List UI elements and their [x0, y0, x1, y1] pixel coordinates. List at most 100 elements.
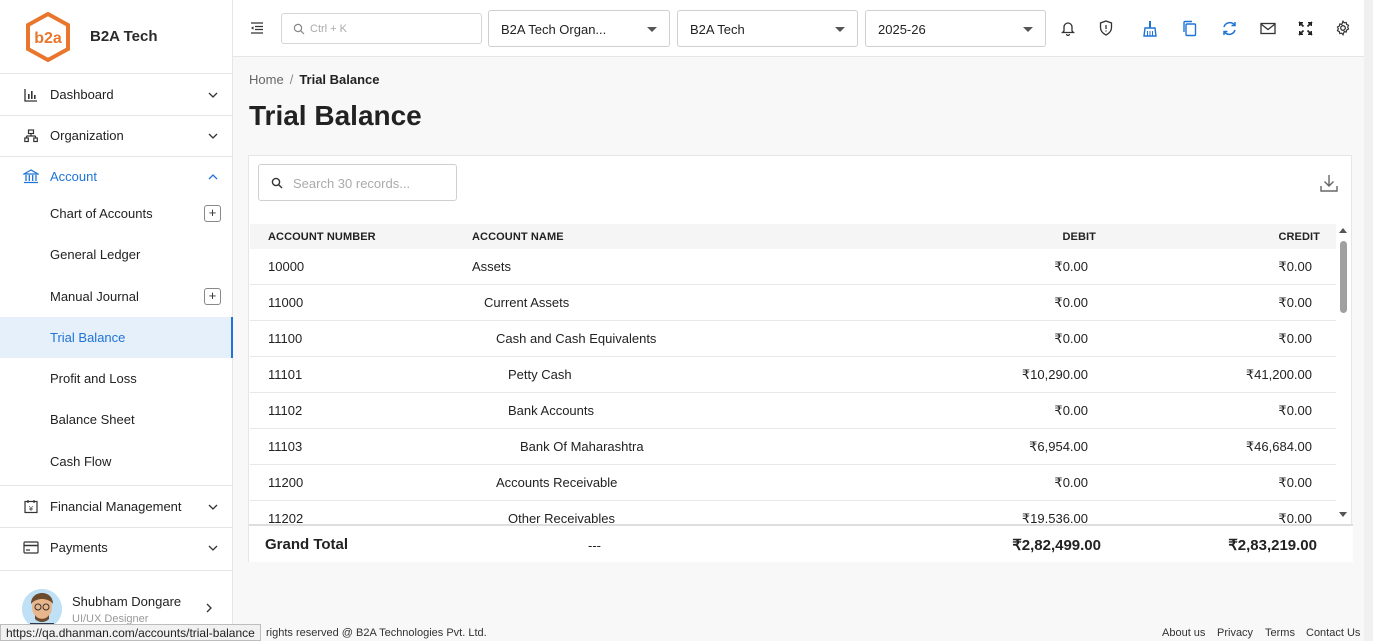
credit-value: ₹46,684.00 — [1245, 439, 1312, 454]
brand-name: B2A Tech — [90, 28, 158, 45]
caret-down-icon — [1023, 27, 1033, 32]
table-row[interactable]: 11102 Bank Accounts ₹0.00 ₹0.00 — [250, 393, 1336, 429]
sidebar-item-dashboard[interactable]: Dashboard — [0, 74, 233, 115]
global-search-input[interactable] — [310, 19, 475, 39]
credit-value: ₹0.00 — [1278, 259, 1312, 274]
account-number: 11103 — [268, 439, 303, 454]
table-row[interactable]: 11000 Current Assets ₹0.00 ₹0.00 — [250, 285, 1336, 321]
table-scrollbar[interactable] — [1336, 224, 1352, 523]
breadcrumb: Home / Trial Balance — [249, 72, 380, 87]
scroll-up-arrow-icon[interactable] — [1339, 228, 1347, 233]
chevron-down-icon — [208, 92, 218, 98]
copy-icon[interactable] — [1180, 19, 1198, 37]
breadcrumb-home[interactable]: Home — [249, 72, 284, 87]
sidebar-subitem-label: General Ledger — [50, 247, 141, 262]
sidebar-subitem-manual-journal[interactable]: Manual Journal + — [0, 276, 233, 317]
grand-total-label: Grand Total — [265, 536, 349, 553]
account-name: Bank Accounts — [508, 403, 594, 418]
credit-value: ₹0.00 — [1278, 331, 1312, 346]
debit-value: ₹19,536.00 — [1021, 511, 1088, 523]
page-scrollbar[interactable] — [1364, 0, 1373, 641]
debit-value: ₹0.00 — [1054, 403, 1088, 418]
account-number: 11100 — [268, 331, 303, 346]
table-row[interactable]: 11100 Cash and Cash Equivalents ₹0.00 ₹0… — [250, 321, 1336, 357]
sidebar-subitem-trial-balance[interactable]: Trial Balance — [0, 317, 233, 358]
sidebar-item-label: Organization — [50, 128, 124, 143]
add-account-button[interactable]: + — [204, 205, 221, 222]
sidebar-item-label: Financial Management — [50, 499, 182, 514]
chevron-down-icon — [208, 133, 218, 139]
organization-select[interactable]: B2A Tech Organ... — [488, 10, 670, 47]
footer-copyright: rights reserved @ B2A Technologies Pvt. … — [266, 627, 487, 639]
financial-year-select[interactable]: 2025-26 — [865, 10, 1046, 47]
shield-icon[interactable] — [1097, 19, 1115, 37]
sidebar-subitem-chart-of-accounts[interactable]: Chart of Accounts + — [0, 193, 233, 234]
menu-toggle-icon[interactable] — [249, 20, 265, 36]
company-select[interactable]: B2A Tech — [677, 10, 858, 47]
gear-icon[interactable] — [1334, 19, 1352, 37]
chevron-down-icon — [208, 545, 218, 551]
bar-chart-icon — [23, 87, 39, 103]
user-name: Shubham Dongare — [72, 594, 182, 609]
debit-value: ₹0.00 — [1054, 259, 1088, 274]
download-icon[interactable] — [1319, 173, 1339, 193]
sidebar-subitem-label: Manual Journal — [50, 289, 139, 304]
search-icon — [271, 177, 283, 189]
grand-total-debit: ₹2,82,499.00 — [1012, 537, 1101, 554]
table-row[interactable]: 10000 Assets ₹0.00 ₹0.00 — [250, 249, 1336, 285]
grand-total-credit: ₹2,83,219.00 — [1228, 537, 1317, 554]
scrollbar-thumb[interactable] — [1340, 241, 1347, 313]
footer-link-about[interactable]: About us — [1162, 627, 1205, 639]
grand-total-row: Grand Total --- ₹2,82,499.00 ₹2,83,219.0… — [249, 524, 1353, 562]
footer-link-contact[interactable]: Contact Us — [1306, 627, 1360, 639]
column-header-account-number[interactable]: ACCOUNT NUMBER — [268, 231, 376, 243]
add-journal-button[interactable]: + — [204, 288, 221, 305]
sidebar-subitem-cash-flow[interactable]: Cash Flow — [0, 441, 233, 482]
column-header-account-name[interactable]: ACCOUNT NAME — [472, 231, 564, 243]
table-header: ACCOUNT NUMBER ACCOUNT NAME DEBIT CREDIT — [250, 224, 1336, 249]
table-row[interactable]: 11200 Accounts Receivable ₹0.00 ₹0.00 — [250, 465, 1336, 501]
sidebar-subitem-general-ledger[interactable]: General Ledger — [0, 234, 233, 275]
broom-icon[interactable] — [1141, 19, 1159, 37]
footer-link-terms[interactable]: Terms — [1265, 627, 1295, 639]
trial-balance-card: ACCOUNT NUMBER ACCOUNT NAME DEBIT CREDIT… — [248, 155, 1353, 562]
caret-down-icon — [835, 27, 845, 32]
account-name: Accounts Receivable — [496, 475, 618, 490]
fullscreen-icon[interactable] — [1296, 19, 1314, 37]
debit-value: ₹6,954.00 — [1029, 439, 1088, 454]
sidebar-item-organization[interactable]: Organization — [0, 115, 233, 156]
topbar: B2A Tech Organ... B2A Tech 2025-26 — [233, 0, 1373, 57]
sidebar-subitem-label: Cash Flow — [50, 454, 112, 469]
global-search[interactable] — [281, 13, 482, 44]
mail-icon[interactable] — [1259, 19, 1277, 37]
table-search[interactable] — [258, 164, 457, 201]
column-header-debit[interactable]: DEBIT — [1063, 231, 1097, 243]
sidebar-item-financial-management[interactable]: ¥ Financial Management — [0, 486, 233, 527]
sidebar-subitem-balance-sheet[interactable]: Balance Sheet — [0, 399, 233, 440]
column-header-credit[interactable]: CREDIT — [1278, 231, 1320, 243]
sidebar-item-label: Dashboard — [50, 87, 114, 102]
search-icon — [293, 23, 305, 35]
sync-icon[interactable] — [1220, 19, 1238, 37]
account-name: Assets — [472, 259, 512, 274]
credit-value: ₹41,200.00 — [1245, 367, 1312, 382]
bank-icon — [23, 169, 39, 185]
brand[interactable]: b2a B2A Tech — [0, 0, 232, 74]
footer-link-privacy[interactable]: Privacy — [1217, 627, 1253, 639]
sidebar-item-label: Payments — [50, 540, 108, 555]
account-name: Other Receivables — [508, 511, 615, 523]
table-row[interactable]: 11202 Other Receivables ₹19,536.00 ₹0.00 — [250, 501, 1336, 523]
calendar-money-icon: ¥ — [23, 499, 39, 515]
debit-value: ₹10,290.00 — [1021, 367, 1088, 382]
scroll-down-arrow-icon[interactable] — [1339, 512, 1347, 517]
table-row[interactable]: 11101 Petty Cash ₹10,290.00 ₹41,200.00 — [250, 357, 1336, 393]
table-row[interactable]: 11103 Bank Of Maharashtra ₹6,954.00 ₹46,… — [250, 429, 1336, 465]
company-select-value: B2A Tech — [690, 22, 745, 37]
b2a-logo: b2a — [26, 11, 70, 62]
sidebar-item-payments[interactable]: Payments — [0, 527, 233, 568]
bell-icon[interactable] — [1059, 19, 1077, 37]
account-number: 11202 — [268, 511, 304, 523]
table-search-input[interactable] — [293, 174, 451, 192]
sidebar-item-account[interactable]: Account — [0, 156, 233, 197]
sidebar-subitem-profit-and-loss[interactable]: Profit and Loss — [0, 358, 233, 399]
